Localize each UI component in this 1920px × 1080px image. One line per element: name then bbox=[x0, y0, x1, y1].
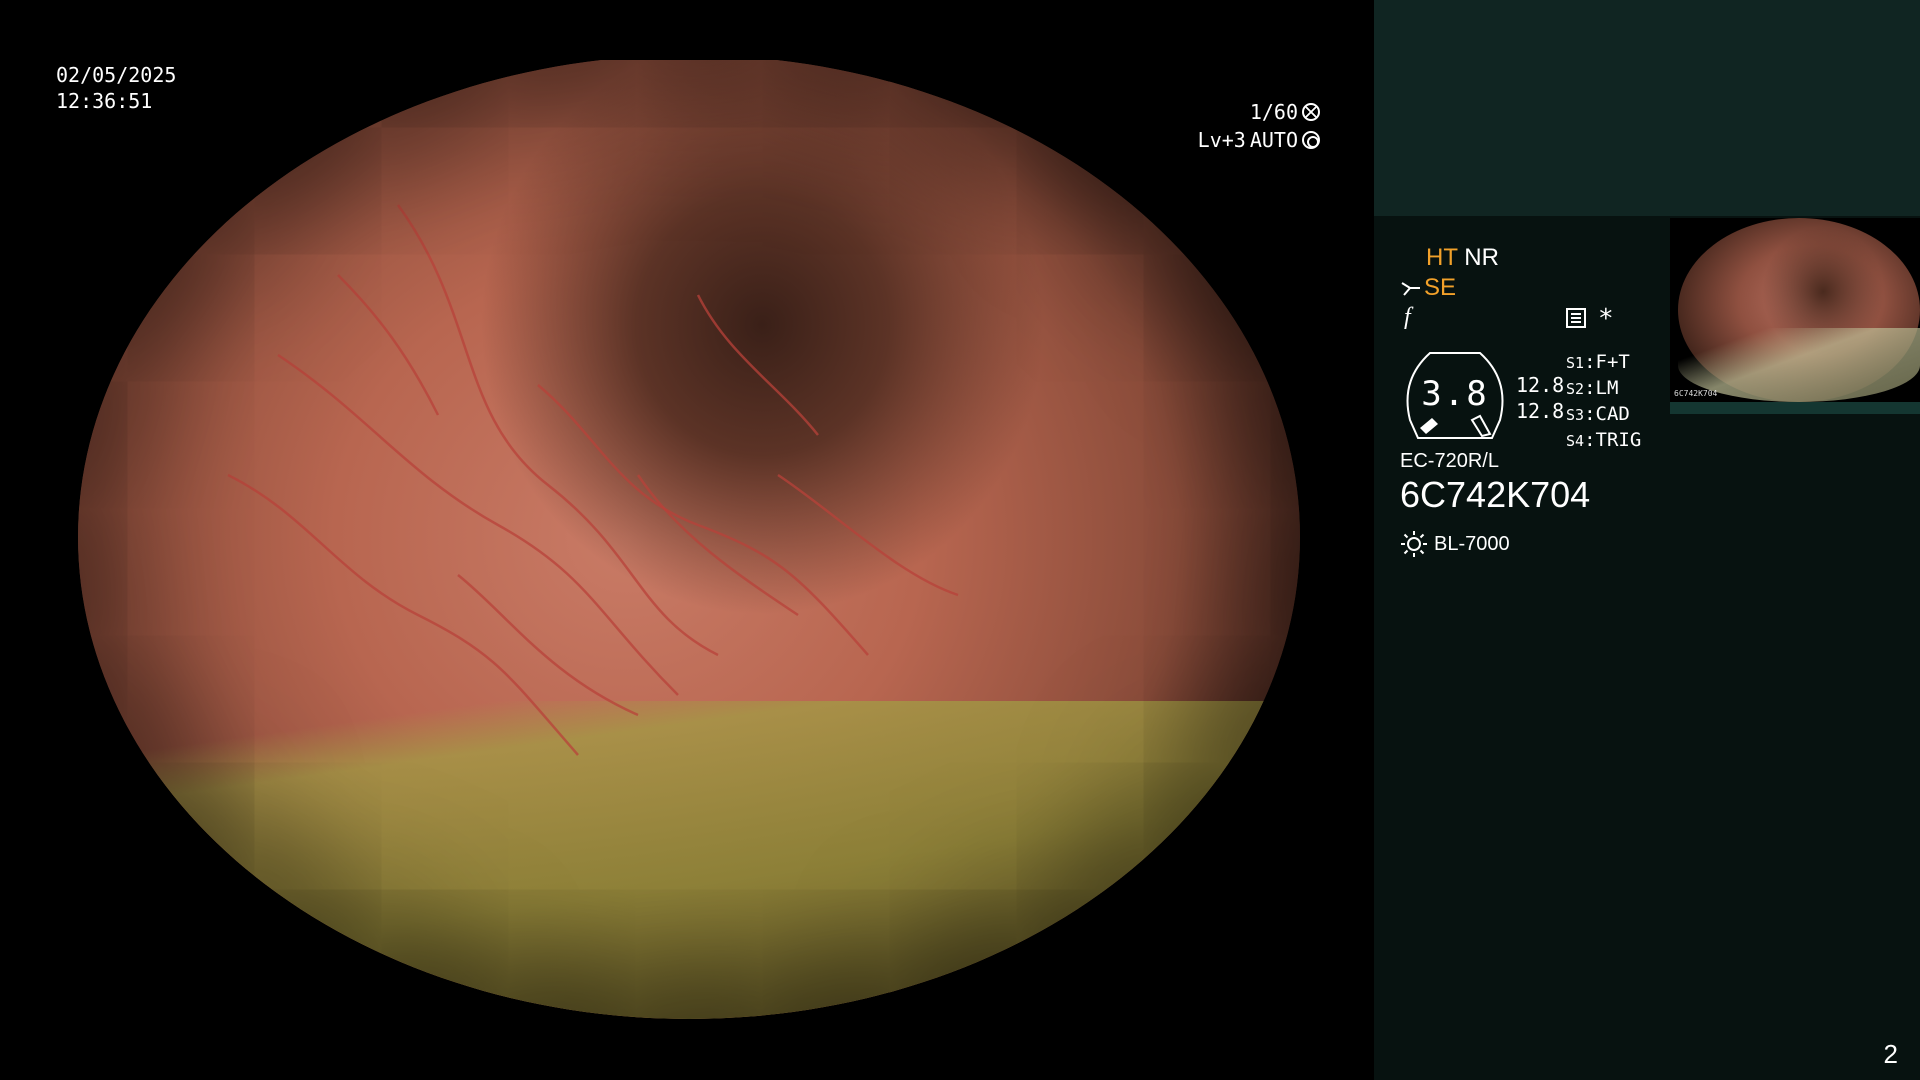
gauge-value: 3.8 bbox=[1421, 374, 1489, 414]
datetime-display: 02/05/2025 12:36:51 bbox=[56, 62, 176, 114]
shutter-icon bbox=[1302, 103, 1320, 121]
light-source-row: BL-7000 bbox=[1400, 530, 1510, 558]
time-text: 12:36:51 bbox=[56, 89, 153, 113]
light-source-text: BL-7000 bbox=[1434, 532, 1510, 555]
switch-item: S1:F+T bbox=[1566, 351, 1630, 373]
f-symbol-text: f bbox=[1404, 304, 1411, 330]
shutter-text: 1/60 bbox=[1249, 100, 1298, 124]
level-row: Lv+3 AUTO bbox=[1198, 126, 1320, 154]
se-label: SE bbox=[1424, 274, 1457, 301]
thumbnail-label: 6C742K704 bbox=[1674, 389, 1718, 398]
mode-nr: NR bbox=[1464, 244, 1499, 271]
thumbnail-preview[interactable]: 6C742K704 bbox=[1670, 218, 1920, 402]
panel-header-block bbox=[1374, 0, 1920, 216]
thumbnail-image bbox=[1678, 218, 1920, 402]
scope-serial: 6C742K704 bbox=[1400, 474, 1591, 515]
info-panel: HT NR SE f * 3.8 12.8 12.8 S1:F+T S2:LM … bbox=[1374, 0, 1920, 1080]
shutter-row: 1/60 bbox=[1198, 98, 1320, 126]
switch-item: S4:TRIG bbox=[1566, 429, 1642, 451]
switch-item: S3:CAD bbox=[1566, 403, 1630, 425]
iris-mode-text: AUTO bbox=[1249, 128, 1298, 152]
switch-assignments: S1:F+T S2:LM S3:CAD S4:TRIG bbox=[1566, 350, 1641, 454]
vessel-pattern bbox=[227, 204, 959, 756]
switch-item: S2:LM bbox=[1566, 377, 1619, 399]
mode-ht: HT bbox=[1426, 244, 1458, 271]
menu-icon bbox=[1566, 308, 1586, 328]
sun-icon bbox=[1401, 531, 1427, 557]
exposure-settings: 1/60 Lv+3 AUTO bbox=[1198, 98, 1320, 154]
star-icon: * bbox=[1598, 304, 1614, 334]
thumbnail-caption-bar bbox=[1670, 402, 1920, 414]
gauge-numbers: 12.8 12.8 bbox=[1516, 372, 1564, 424]
endoscope-image-area: 02/05/2025 12:36:51 1/60 Lv+3 AUTO bbox=[0, 0, 1374, 1080]
se-mode-row: SE bbox=[1400, 274, 1456, 302]
gauge-num-2: 12.8 bbox=[1516, 399, 1565, 423]
iris-auto-icon bbox=[1302, 131, 1320, 149]
gauge-num-1: 12.8 bbox=[1516, 373, 1565, 397]
scope-model: EC-720R/L bbox=[1400, 450, 1499, 472]
endoscopic-view bbox=[78, 60, 1300, 1019]
processing-modes: HT NR bbox=[1426, 244, 1499, 272]
f-symbol: f bbox=[1404, 304, 1411, 331]
date-text: 02/05/2025 bbox=[56, 63, 177, 87]
se-scissor-icon bbox=[1401, 282, 1420, 296]
level-text: Lv+3 bbox=[1197, 128, 1246, 152]
page-number: 2 bbox=[1883, 1039, 1898, 1069]
